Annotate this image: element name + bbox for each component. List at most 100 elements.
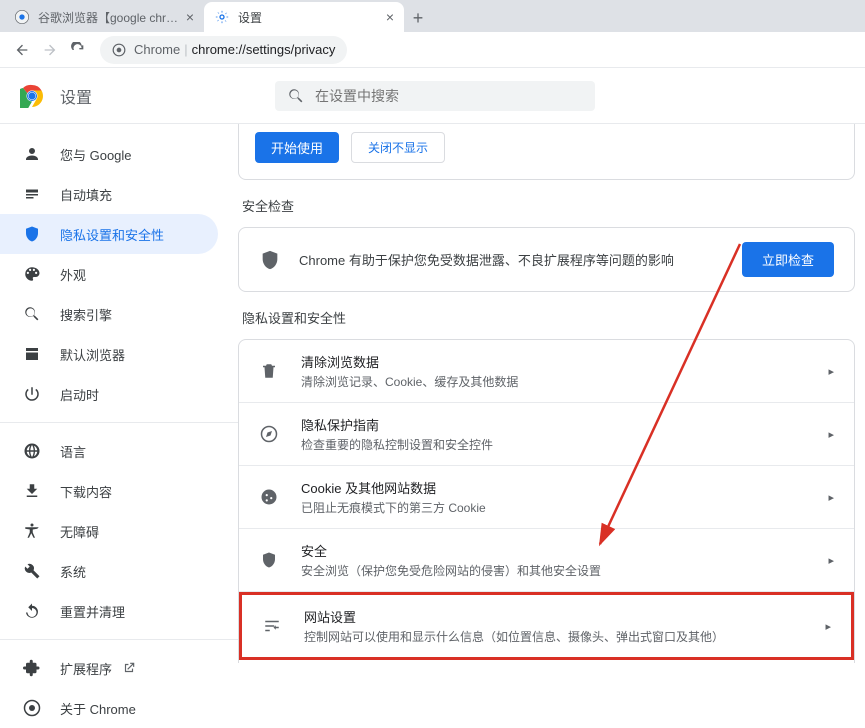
privacy-section-title: 隐私设置和安全性 bbox=[242, 308, 855, 327]
chrome-icon bbox=[112, 43, 126, 57]
sidebar-label: 无障碍 bbox=[60, 522, 99, 541]
row-subtitle: 清除浏览记录、Cookie、缓存及其他数据 bbox=[301, 373, 828, 390]
sidebar-label: 关于 Chrome bbox=[60, 699, 136, 718]
safety-check-card: Chrome 有助于保护您免受数据泄露、不良扩展程序等问题的影响 立即检查 bbox=[238, 227, 855, 292]
sidebar-label: 外观 bbox=[60, 265, 86, 284]
sidebar-item-browser[interactable]: 默认浏览器 bbox=[0, 334, 218, 374]
settings-favicon-icon bbox=[214, 9, 230, 25]
browser-icon bbox=[22, 344, 42, 364]
sidebar-label: 搜索引擎 bbox=[60, 305, 112, 324]
power-icon bbox=[22, 384, 42, 404]
search-icon bbox=[287, 87, 305, 105]
tab-title: 设置 bbox=[238, 9, 380, 26]
close-icon[interactable]: × bbox=[186, 9, 194, 25]
dismiss-button[interactable]: 关闭不显示 bbox=[351, 132, 445, 163]
sidebar-item-reset[interactable]: 重置并清理 bbox=[0, 591, 218, 631]
chevron-right-icon: ▸ bbox=[828, 554, 834, 567]
tune-icon bbox=[262, 617, 282, 635]
row-title: 安全 bbox=[301, 541, 828, 560]
settings-header: 设置 bbox=[0, 68, 865, 124]
sidebar-item-shield[interactable]: 隐私设置和安全性 bbox=[0, 214, 218, 254]
chrome-icon bbox=[22, 698, 42, 718]
chevron-right-icon: ▸ bbox=[828, 365, 834, 378]
sidebar-label: 您与 Google bbox=[60, 145, 132, 164]
check-now-button[interactable]: 立即检查 bbox=[742, 242, 834, 277]
row-subtitle: 已阻止无痕模式下的第三方 Cookie bbox=[301, 499, 828, 516]
browser-tab-bar: 谷歌浏览器【google chrome】 × 设置 × + bbox=[0, 0, 865, 32]
sidebar-item-autofill[interactable]: 自动填充 bbox=[0, 174, 218, 214]
tab-title: 谷歌浏览器【google chrome】 bbox=[38, 9, 180, 26]
compass-icon bbox=[259, 425, 279, 443]
privacy-list: 清除浏览数据清除浏览记录、Cookie、缓存及其他数据▸隐私保护指南检查重要的隐… bbox=[238, 339, 855, 663]
download-icon bbox=[22, 481, 42, 501]
shield-icon bbox=[22, 224, 42, 244]
settings-search-input[interactable] bbox=[315, 88, 583, 104]
row-title: 清除浏览数据 bbox=[301, 352, 828, 371]
sidebar-item-wrench[interactable]: 系统 bbox=[0, 551, 218, 591]
partial-banner: 开始使用 关闭不显示 bbox=[238, 124, 855, 180]
reset-icon bbox=[22, 601, 42, 621]
settings-sidebar: 您与 Google 自动填充隐私设置和安全性外观搜索引擎默认浏览器启动时语言下载内… bbox=[0, 124, 238, 663]
sidebar-label: 下载内容 bbox=[60, 482, 112, 501]
back-button[interactable] bbox=[8, 36, 36, 64]
sidebar-label: 启动时 bbox=[60, 385, 99, 404]
sidebar-item-download[interactable]: 下载内容 bbox=[0, 471, 218, 511]
cookie-icon bbox=[259, 488, 279, 506]
sidebar-item-person[interactable]: 您与 Google bbox=[0, 134, 218, 174]
shield-icon bbox=[259, 551, 279, 569]
privacy-row-tune[interactable]: 网站设置控制网站可以使用和显示什么信息（如位置信息、摄像头、弹出式窗口及其他）▸ bbox=[239, 592, 854, 660]
safety-section-title: 安全检查 bbox=[242, 196, 855, 215]
row-title: Cookie 及其他网站数据 bbox=[301, 478, 828, 497]
reload-button[interactable] bbox=[64, 36, 92, 64]
sidebar-label: 隐私设置和安全性 bbox=[60, 225, 164, 244]
row-subtitle: 安全浏览（保护您免受危险网站的侵害）和其他安全设置 bbox=[301, 562, 828, 579]
palette-icon bbox=[22, 264, 42, 284]
search-icon bbox=[22, 304, 42, 324]
chevron-right-icon: ▸ bbox=[828, 491, 834, 504]
sidebar-label: 扩展程序 bbox=[60, 659, 112, 678]
sidebar-item-accessibility[interactable]: 无障碍 bbox=[0, 511, 218, 551]
sidebar-label: 语言 bbox=[60, 442, 86, 461]
trash-icon bbox=[259, 362, 279, 380]
sidebar-item-power[interactable]: 启动时 bbox=[0, 374, 218, 414]
settings-search[interactable] bbox=[275, 81, 595, 111]
autofill-icon bbox=[22, 184, 42, 204]
url-text: chrome://settings/privacy bbox=[192, 42, 336, 57]
sidebar-item-globe[interactable]: 语言 bbox=[0, 431, 218, 471]
privacy-row-compass[interactable]: 隐私保护指南检查重要的隐私控制设置和安全控件▸ bbox=[239, 403, 854, 466]
accessibility-icon bbox=[22, 521, 42, 541]
person-icon bbox=[22, 144, 42, 164]
address-bar[interactable]: Chrome | chrome://settings/privacy bbox=[100, 36, 347, 64]
sidebar-item-search[interactable]: 搜索引擎 bbox=[0, 294, 218, 334]
wrench-icon bbox=[22, 561, 42, 581]
url-chrome-label: Chrome bbox=[134, 42, 180, 57]
settings-main: 开始使用 关闭不显示 安全检查 Chrome 有助于保护您免受数据泄露、不良扩展… bbox=[238, 124, 865, 663]
chevron-right-icon: ▸ bbox=[828, 428, 834, 441]
sidebar-label: 重置并清理 bbox=[60, 602, 125, 621]
page-title: 设置 bbox=[60, 84, 92, 108]
browser-tab-2[interactable]: 设置 × bbox=[204, 2, 404, 32]
chrome-logo-icon bbox=[20, 84, 44, 108]
chevron-right-icon: ▸ bbox=[825, 620, 831, 633]
sidebar-label: 自动填充 bbox=[60, 185, 112, 204]
close-icon[interactable]: × bbox=[386, 9, 394, 25]
sidebar-item-extension[interactable]: 扩展程序 bbox=[0, 648, 218, 688]
row-title: 隐私保护指南 bbox=[301, 415, 828, 434]
browser-toolbar: Chrome | chrome://settings/privacy bbox=[0, 32, 865, 68]
browser-tab-1[interactable]: 谷歌浏览器【google chrome】 × bbox=[4, 2, 204, 32]
new-tab-button[interactable]: + bbox=[404, 4, 432, 32]
forward-button[interactable] bbox=[36, 36, 64, 64]
sidebar-label: 默认浏览器 bbox=[60, 345, 125, 364]
row-subtitle: 控制网站可以使用和显示什么信息（如位置信息、摄像头、弹出式窗口及其他） bbox=[304, 628, 825, 645]
sidebar-label: 系统 bbox=[60, 562, 86, 581]
globe-icon bbox=[22, 441, 42, 461]
privacy-row-trash[interactable]: 清除浏览数据清除浏览记录、Cookie、缓存及其他数据▸ bbox=[239, 340, 854, 403]
privacy-row-cookie[interactable]: Cookie 及其他网站数据已阻止无痕模式下的第三方 Cookie▸ bbox=[239, 466, 854, 529]
safety-text: Chrome 有助于保护您免受数据泄露、不良扩展程序等问题的影响 bbox=[299, 250, 742, 269]
extension-icon bbox=[22, 658, 42, 678]
start-button[interactable]: 开始使用 bbox=[255, 132, 339, 163]
privacy-row-shield[interactable]: 安全安全浏览（保护您免受危险网站的侵害）和其他安全设置▸ bbox=[239, 529, 854, 592]
sidebar-item-palette[interactable]: 外观 bbox=[0, 254, 218, 294]
row-subtitle: 检查重要的隐私控制设置和安全控件 bbox=[301, 436, 828, 453]
sidebar-item-chrome[interactable]: 关于 Chrome bbox=[0, 688, 218, 728]
